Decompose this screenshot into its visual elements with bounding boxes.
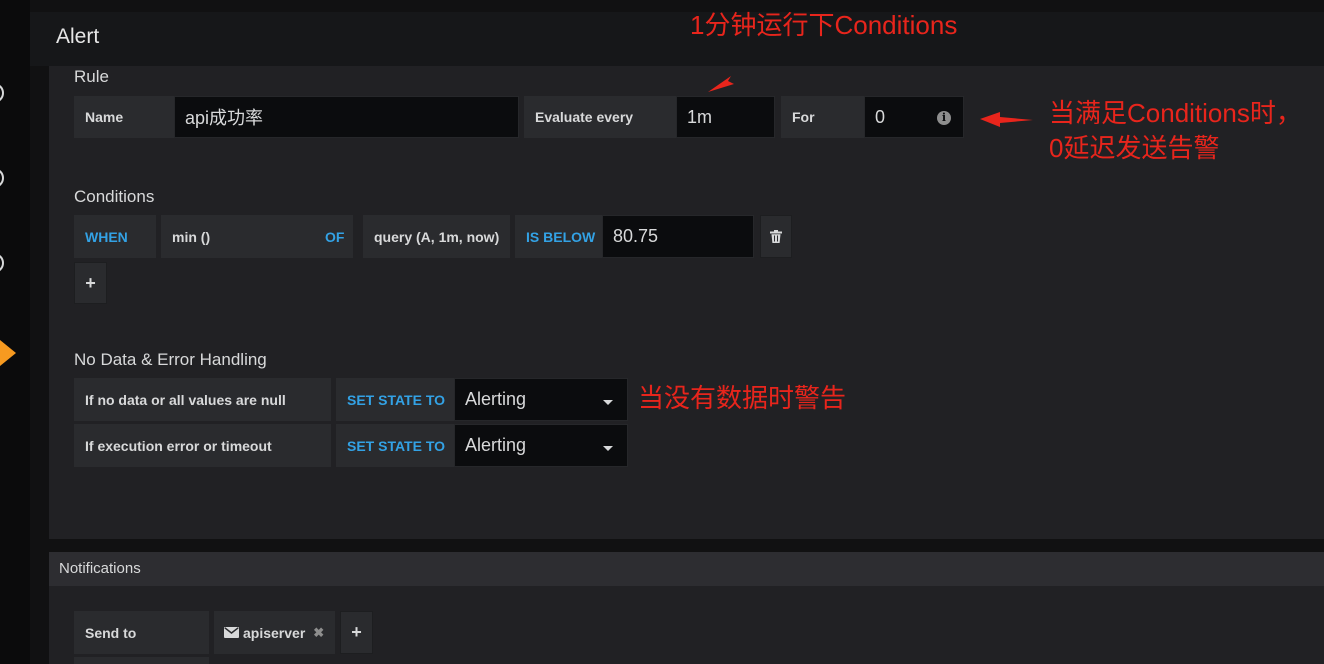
arrow-icon [708, 61, 765, 92]
arrow-icon [980, 112, 1033, 127]
annotation-arrows [708, 61, 1033, 127]
